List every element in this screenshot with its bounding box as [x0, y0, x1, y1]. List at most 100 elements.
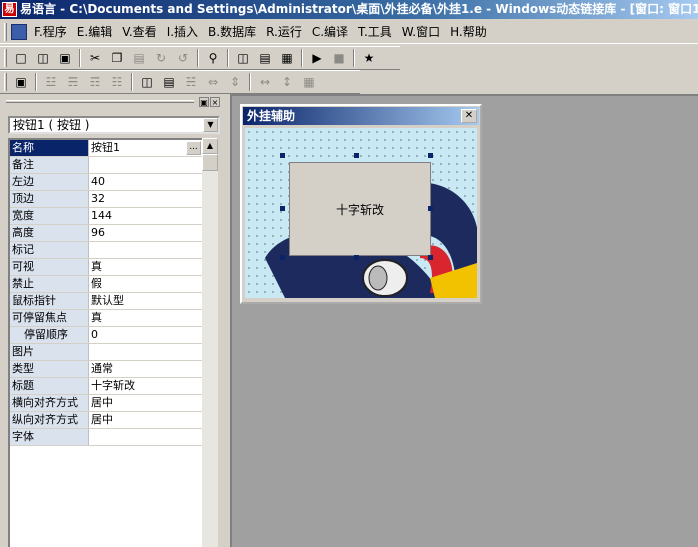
property-value[interactable]: 通常	[89, 361, 202, 377]
resize-handle-ne[interactable]	[428, 153, 433, 158]
property-row-tab-order[interactable]: 停留顺序 0	[10, 327, 202, 344]
property-value[interactable]: 真	[89, 310, 202, 326]
property-row-top[interactable]: 顶边 32	[10, 191, 202, 208]
resize-handle-nw[interactable]	[280, 153, 285, 158]
align-center-icon[interactable]: ☴	[62, 72, 84, 92]
center-horizontal-icon[interactable]: ◫	[136, 72, 158, 92]
open-folder-icon[interactable]: ◫	[32, 48, 54, 68]
form-canvas[interactable]: 十字斩改	[245, 128, 477, 298]
property-value[interactable]: 默认型	[89, 293, 202, 309]
close-icon[interactable]: ×	[210, 97, 220, 107]
property-row-picture[interactable]: 图片	[10, 344, 202, 361]
close-icon[interactable]: ✕	[461, 109, 477, 123]
resize-handle-e[interactable]	[428, 206, 433, 211]
chevron-down-icon[interactable]: ▼	[203, 118, 218, 132]
layout3-icon[interactable]: ▦	[276, 48, 298, 68]
same-size-icon[interactable]: ▦	[298, 72, 320, 92]
property-value[interactable]: 假	[89, 276, 202, 292]
property-value[interactable]	[89, 429, 202, 445]
property-value[interactable]: 40	[89, 174, 202, 190]
form-designer-window[interactable]: 外挂辅助 ✕ 十字斩改	[240, 104, 482, 304]
resize-handle-s[interactable]	[354, 255, 359, 260]
property-row-left[interactable]: 左边 40	[10, 174, 202, 191]
layout2-icon[interactable]: ▤	[254, 48, 276, 68]
save-icon[interactable]: ▣	[54, 48, 76, 68]
panel-grip[interactable]	[6, 100, 194, 103]
space-horizontal-icon[interactable]: ⇔	[202, 72, 224, 92]
paste-icon[interactable]: ▤	[128, 48, 150, 68]
stop-icon[interactable]: ■	[328, 48, 350, 68]
menu-insert[interactable]: I.插入	[162, 21, 203, 43]
menu-tools[interactable]: T.工具	[353, 21, 397, 43]
undo-icon[interactable]: ↺	[172, 48, 194, 68]
debug-icon[interactable]: ★	[358, 48, 380, 68]
scroll-up-icon[interactable]: ▲	[202, 138, 218, 154]
component-selector[interactable]: 按钮1 ( 按钮 ) ▼	[8, 116, 220, 134]
layout1-icon[interactable]: ◫	[232, 48, 254, 68]
same-height-icon[interactable]: ↕	[276, 72, 298, 92]
property-row-tag[interactable]: 标记	[10, 242, 202, 259]
menu-view[interactable]: V.查看	[117, 21, 161, 43]
property-value[interactable]: 按钮1 ...	[89, 140, 202, 156]
align-bottom-icon[interactable]: ☵	[180, 72, 202, 92]
property-value[interactable]: 0	[89, 327, 202, 343]
scroll-thumb[interactable]	[202, 154, 218, 171]
menu-run[interactable]: R.运行	[261, 21, 307, 43]
property-row-type[interactable]: 类型 通常	[10, 361, 202, 378]
property-row-h-align[interactable]: 横向对齐方式 居中	[10, 395, 202, 412]
resize-handle-w[interactable]	[280, 206, 285, 211]
align-top-icon[interactable]: ☷	[106, 72, 128, 92]
property-row-width[interactable]: 宽度 144	[10, 208, 202, 225]
resize-handle-se[interactable]	[428, 255, 433, 260]
property-value[interactable]	[89, 157, 202, 173]
cut-icon[interactable]: ✂	[84, 48, 106, 68]
property-value[interactable]: 真	[89, 259, 202, 275]
ellipsis-button[interactable]: ...	[186, 141, 201, 155]
property-row-focusable[interactable]: 可停留焦点真	[10, 310, 202, 327]
property-value[interactable]	[89, 242, 202, 258]
property-row-caption[interactable]: 标题 十字斩改	[10, 378, 202, 395]
property-value[interactable]: 144	[89, 208, 202, 224]
menu-help[interactable]: H.帮助	[445, 21, 492, 43]
property-name: 禁止	[10, 276, 89, 292]
property-row-cursor[interactable]: 鼠标指针 默认型	[10, 293, 202, 310]
property-row-height[interactable]: 高度 96	[10, 225, 202, 242]
resize-handle-n[interactable]	[354, 153, 359, 158]
resize-handle-sw[interactable]	[280, 255, 285, 260]
copy-icon[interactable]: ❐	[106, 48, 128, 68]
property-row-visible[interactable]: 可视真	[10, 259, 202, 276]
menu-edit[interactable]: E.编辑	[72, 21, 117, 43]
menu-compile[interactable]: C.编译	[307, 21, 353, 43]
space-vertical-icon[interactable]: ⇕	[224, 72, 246, 92]
property-value[interactable]: 32	[89, 191, 202, 207]
property-row-font[interactable]: 字体	[10, 429, 202, 446]
form-icon[interactable]: ▣	[10, 72, 32, 92]
property-row-remark[interactable]: 备注	[10, 157, 202, 174]
form-title-bar[interactable]: 外挂辅助 ✕	[243, 107, 479, 125]
same-width-icon[interactable]: ↔	[254, 72, 276, 92]
property-value[interactable]	[89, 344, 202, 360]
property-value[interactable]: 十字斩改	[89, 378, 202, 394]
property-value[interactable]: 96	[89, 225, 202, 241]
find-icon[interactable]: ⚲	[202, 48, 224, 68]
center-vertical-icon[interactable]: ▤	[158, 72, 180, 92]
menu-database[interactable]: B.数据库	[203, 21, 261, 43]
property-row-v-align[interactable]: 纵向对齐方式 居中	[10, 412, 202, 429]
restore-icon[interactable]: ▣	[199, 97, 209, 107]
document-menu-icon[interactable]	[11, 23, 27, 40]
align-right-icon[interactable]: ☶	[84, 72, 106, 92]
align-left-icon[interactable]: ☳	[40, 72, 62, 92]
run-icon[interactable]: ▶	[306, 48, 328, 68]
property-value[interactable]: 居中	[89, 395, 202, 411]
menu-window[interactable]: W.窗口	[397, 21, 445, 43]
property-scrollbar[interactable]: ▲	[202, 138, 218, 547]
menu-program[interactable]: F.程序	[29, 21, 72, 43]
new-file-icon[interactable]: □	[10, 48, 32, 68]
menu-bar: F.程序 E.编辑 V.查看 I.插入 B.数据库 R.运行 C.编译 T.工具…	[0, 20, 698, 44]
cross-slash-button[interactable]: 十字斩改	[289, 162, 431, 256]
panel-splitter[interactable]	[222, 96, 230, 547]
redo-icon[interactable]: ↻	[150, 48, 172, 68]
property-row-disabled[interactable]: 禁止假	[10, 276, 202, 293]
property-row-name[interactable]: 名称 按钮1 ...	[10, 140, 202, 157]
property-value[interactable]: 居中	[89, 412, 202, 428]
